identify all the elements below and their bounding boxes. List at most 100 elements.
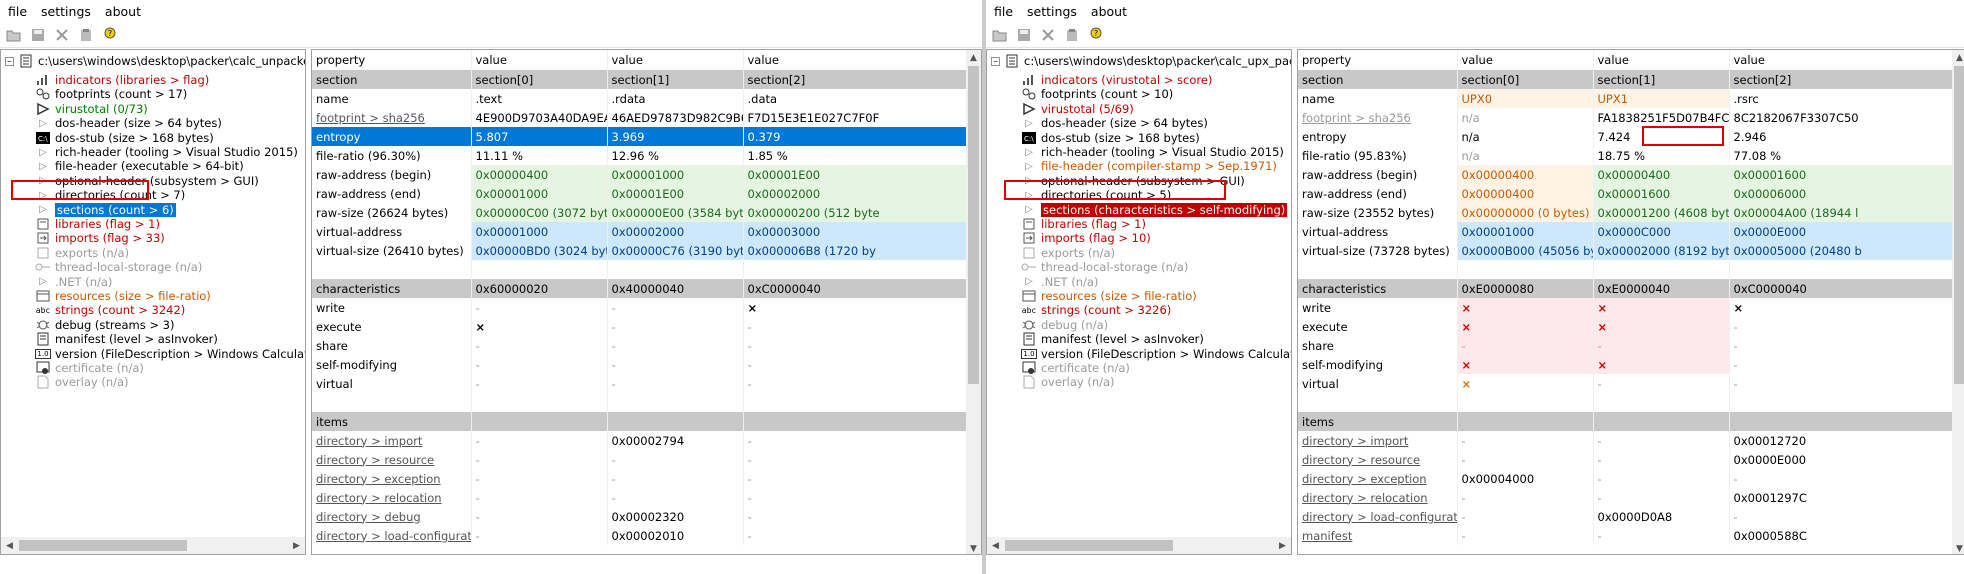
tree-root[interactable]: − c:\users\windows\desktop\packer\calc_u… — [5, 52, 305, 70]
scroll-right-icon[interactable]: ▶ — [1274, 537, 1291, 554]
table-row[interactable]: name .text .rdata .data — [312, 89, 969, 108]
table-row[interactable]: directory > load-configuration-0x0000201… — [312, 526, 969, 545]
scroll-down-icon[interactable]: ▼ — [966, 541, 981, 554]
table-row[interactable]: footprint > sha2564E900D9703A40DA9EAAB73… — [312, 108, 969, 127]
table-row[interactable]: virtual-address 0x00001000 0x00002000 0x000… — [312, 222, 969, 241]
clipboard-icon[interactable] — [78, 27, 94, 43]
table-row[interactable]: share - - - — [1298, 336, 1955, 355]
table-row[interactable]: entropy 5.807 3.969 0.379 — [312, 127, 969, 146]
table-row[interactable]: self-modifying - - - — [312, 355, 969, 374]
table-row[interactable]: virtual-address 0x00001000 0x0000C000 0x000… — [1298, 222, 1955, 241]
property-cell: directory > exception — [312, 469, 472, 488]
menu-about[interactable]: about — [1091, 4, 1127, 19]
table-row[interactable]: manifest - -0x0000588C — [1298, 526, 1955, 545]
tree-view[interactable]: − c:\users\windows\desktop\packer\calc_u… — [0, 49, 306, 555]
table-row[interactable]: execute × × - — [1298, 317, 1955, 336]
value-cell: × — [1457, 355, 1594, 374]
table-row[interactable]: section section[0] section[1] section[2] — [1298, 70, 1955, 89]
table-row[interactable]: directory > import -0x00002794- — [312, 431, 969, 450]
help-icon[interactable]: ? — [102, 27, 118, 43]
table-row[interactable]: self-modifying × × - — [1298, 355, 1955, 374]
table-row[interactable]: virtual × - - — [1298, 374, 1955, 393]
save-icon[interactable] — [1016, 27, 1032, 43]
table-row[interactable]: write - - × — [312, 298, 969, 317]
menu-about[interactable]: about — [105, 4, 141, 19]
vertical-scrollbar[interactable]: ▲ ▼ — [966, 50, 981, 554]
tree-item[interactable]: overlay (n/a) — [35, 373, 129, 391]
table-row[interactable]: virtual-size (73728 bytes) 0x0000B000 (45… — [1298, 241, 1955, 260]
table-row[interactable]: write × × × — [1298, 298, 1955, 317]
property-cell: property — [312, 50, 472, 70]
table-row[interactable]: property value value value — [1298, 50, 1955, 70]
scroll-up-icon[interactable]: ▲ — [1952, 50, 1964, 65]
collapse-icon[interactable]: − — [5, 56, 14, 66]
table-row[interactable]: directory > import - -0x00012720 — [1298, 431, 1955, 450]
property-grid[interactable]: property value value value section section[0]… — [1297, 49, 1964, 555]
value-cell: × — [1457, 298, 1594, 317]
scroll-left-icon[interactable]: ◀ — [987, 537, 1004, 554]
value-cell: - — [1457, 431, 1594, 450]
table-row[interactable]: virtual - - - — [312, 374, 969, 393]
menu-file[interactable]: file — [994, 4, 1013, 19]
table-row[interactable]: directory > load-configuration-0x0000D0A… — [1298, 507, 1955, 526]
table-row[interactable]: directory > resource - -0x0000E000 — [1298, 450, 1955, 469]
save-icon[interactable] — [30, 27, 46, 43]
menu-settings[interactable]: settings — [1027, 4, 1077, 19]
clipboard-icon[interactable] — [1064, 27, 1080, 43]
table-row[interactable]: raw-address (end) 0x00000400 0x00001600 0x0… — [1298, 184, 1955, 203]
table-row[interactable]: characteristics 0xE0000080 0xE0000040 0xC00… — [1298, 279, 1955, 298]
value-cell: - — [1729, 374, 1955, 393]
help-icon[interactable]: ? — [1088, 27, 1104, 43]
property-cell: raw-address (end) — [1298, 184, 1458, 203]
tree-view[interactable]: − c:\users\windows\desktop\packer\calc_u… — [986, 49, 1292, 555]
value-cell: 0x00002010 — [607, 526, 744, 545]
table-row[interactable]: share - - - — [312, 336, 969, 355]
open-folder-icon[interactable] — [992, 27, 1008, 43]
table-row[interactable]: raw-address (end) 0x00001000 0x00001E00 0x0… — [312, 184, 969, 203]
table-row[interactable]: file-ratio (96.30%) 11.11 % 12.96 % 1.85 % — [312, 146, 969, 165]
table-row[interactable] — [312, 260, 969, 279]
svg-text:C:\: C:\ — [1024, 135, 1034, 143]
collapse-icon[interactable]: − — [991, 56, 1000, 66]
scroll-up-icon[interactable]: ▲ — [966, 50, 981, 65]
table-row[interactable]: directory > relocation - - - — [312, 488, 969, 507]
table-row[interactable]: characteristics 0x60000020 0x40000040 0xC00… — [312, 279, 969, 298]
close-icon[interactable] — [1040, 27, 1056, 43]
table-row[interactable]: entropy n/a 7.424 2.946 — [1298, 127, 1955, 146]
value-cell: 3.969 — [607, 127, 744, 146]
tree-item[interactable]: overlay (n/a) — [1021, 373, 1115, 391]
table-row[interactable]: items — [1298, 412, 1955, 431]
horizontal-scrollbar[interactable]: ◀ ▶ — [1, 537, 305, 554]
table-row[interactable]: directory > exception - - - — [312, 469, 969, 488]
table-row[interactable]: name UPX0 UPX1 .rsrc — [1298, 89, 1955, 108]
vertical-scrollbar[interactable]: ▲ ▼ — [1952, 50, 1964, 554]
table-row[interactable]: footprint > sha256n/aFA1838251F5D07B4FC0… — [1298, 108, 1955, 127]
table-row[interactable]: section section[0] section[1] section[2] — [312, 70, 969, 89]
table-row[interactable]: directory > relocation - -0x0001297C — [1298, 488, 1955, 507]
scroll-down-icon[interactable]: ▼ — [1952, 541, 1964, 554]
scroll-left-icon[interactable]: ◀ — [1, 537, 18, 554]
menu-settings[interactable]: settings — [41, 4, 91, 19]
table-row[interactable]: items — [312, 412, 969, 431]
table-row[interactable]: execute × - - — [312, 317, 969, 336]
menu-file[interactable]: file — [8, 4, 27, 19]
tree-root[interactable]: − c:\users\windows\desktop\packer\calc_u… — [991, 52, 1291, 70]
table-row[interactable] — [1298, 260, 1955, 279]
table-row[interactable] — [1298, 393, 1955, 412]
open-folder-icon[interactable] — [6, 27, 22, 43]
table-row[interactable]: virtual-size (26410 bytes) 0x00000BD0 (30… — [312, 241, 969, 260]
close-icon[interactable] — [54, 27, 70, 43]
table-row[interactable]: raw-size (23552 bytes) 0x00000000 (0 byte… — [1298, 203, 1955, 222]
table-row[interactable]: directory > debug -0x00002320- — [312, 507, 969, 526]
table-row[interactable]: directory > resource - - - — [312, 450, 969, 469]
table-row[interactable]: raw-size (26624 bytes) 0x00000C00 (3072 b… — [312, 203, 969, 222]
table-row[interactable]: raw-address (begin) 0x00000400 0x00001000 0… — [312, 165, 969, 184]
scroll-right-icon[interactable]: ▶ — [288, 537, 305, 554]
table-row[interactable]: raw-address (begin) 0x00000400 0x00000400 0… — [1298, 165, 1955, 184]
table-row[interactable]: directory > exception 0x00004000- - — [1298, 469, 1955, 488]
table-row[interactable]: property value value value — [312, 50, 969, 70]
table-row[interactable] — [312, 393, 969, 412]
property-grid[interactable]: property value value value section section[0]… — [311, 49, 982, 555]
horizontal-scrollbar[interactable]: ◀ ▶ — [987, 537, 1291, 554]
table-row[interactable]: file-ratio (95.83%) n/a 18.75 % 77.08 % — [1298, 146, 1955, 165]
